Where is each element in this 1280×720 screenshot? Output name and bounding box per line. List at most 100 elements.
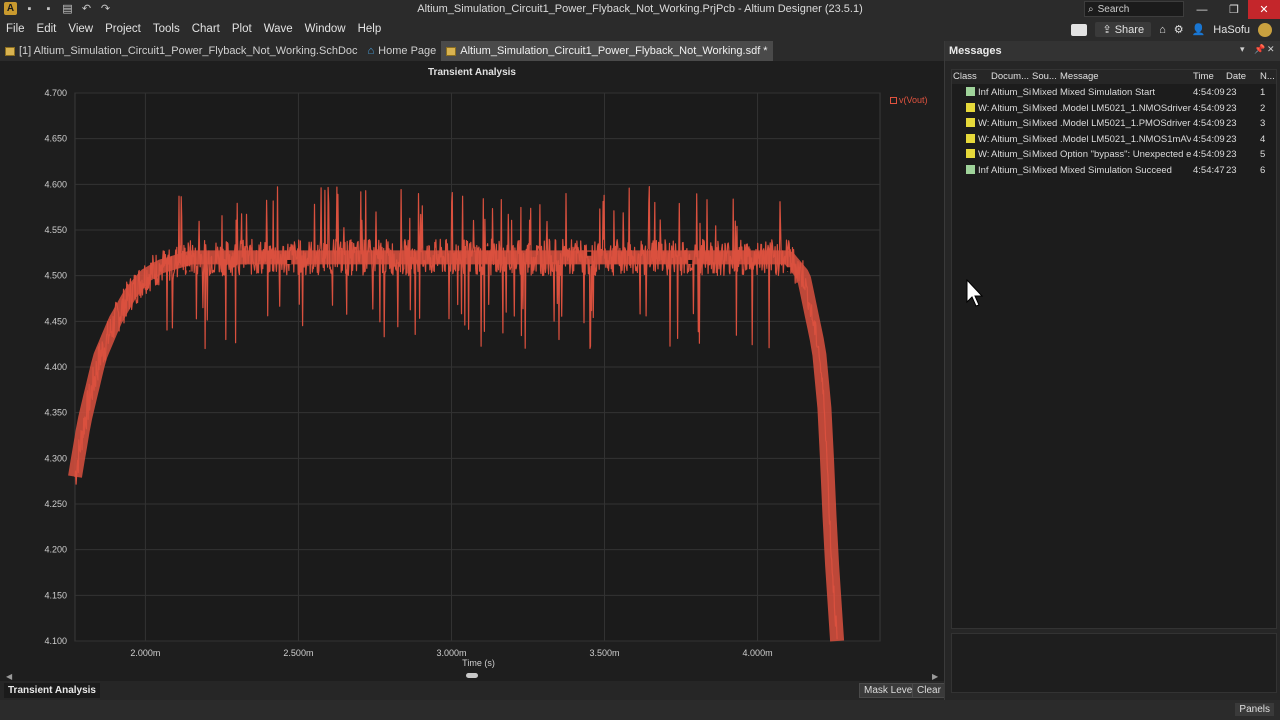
chart-legend[interactable]: v(Vout) xyxy=(890,95,928,105)
y-tick-label: 4.450 xyxy=(44,316,67,326)
message-row[interactable]: W: Altium_Si Mixed .Model LM5021_1.NMOS1mAV… xyxy=(952,132,1276,147)
chat-icon[interactable] xyxy=(1071,23,1088,36)
menu-bar: File Edit View Project Tools Chart Plot … xyxy=(0,19,1280,41)
menu-file[interactable]: File xyxy=(0,23,31,35)
message-time: 4:54:09 xyxy=(1193,133,1225,145)
user-name[interactable]: HaSofu xyxy=(1213,24,1250,36)
pin-icon[interactable]: 📌 xyxy=(1254,44,1265,55)
messages-title: Messages xyxy=(949,45,1002,57)
panel-menu-icon[interactable]: ▾ xyxy=(1240,44,1245,55)
message-source: Mixed xyxy=(1032,118,1058,129)
message-row[interactable]: W: Altium_Si Mixed .Model LM5021_1.NMOSdriv… xyxy=(952,101,1276,116)
message-class: W: xyxy=(978,133,990,145)
message-document: Altium_Si xyxy=(991,102,1031,114)
column-message[interactable]: Message xyxy=(1060,71,1099,82)
menu-chart[interactable]: Chart xyxy=(186,23,226,35)
column-time[interactable]: Time xyxy=(1193,71,1214,82)
save-icon[interactable]: ▪ xyxy=(23,2,36,15)
menu-project[interactable]: Project xyxy=(99,23,147,35)
messages-header: Messages ▾ 📌 ✕ xyxy=(945,41,1280,61)
save-all-icon[interactable]: ▪ xyxy=(42,2,55,15)
series-marker[interactable] xyxy=(287,259,292,264)
scroll-right-icon[interactable]: ▶ xyxy=(932,672,938,681)
column-number[interactable]: N... xyxy=(1260,71,1275,82)
message-time: 4:54:09 xyxy=(1193,102,1225,114)
tab-label: [1] Altium_Simulation_Circuit1_Power_Fly… xyxy=(19,45,358,57)
severity-icon xyxy=(966,149,975,158)
restore-button[interactable]: ❐ xyxy=(1218,0,1250,19)
scroll-left-icon[interactable]: ◀ xyxy=(6,672,12,681)
series-marker[interactable] xyxy=(486,246,491,251)
column-date[interactable]: Date xyxy=(1226,71,1246,82)
severity-icon xyxy=(966,133,975,143)
severity-icon xyxy=(966,164,975,174)
share-button[interactable]: ⇪ Share xyxy=(1095,22,1152,37)
menu-wave[interactable]: Wave xyxy=(258,23,299,35)
mask-level-button[interactable]: Mask Level xyxy=(859,683,920,698)
plot-area[interactable]: Transient Analysis 4.100 4.150 4.200 4.250 4… xyxy=(0,61,944,681)
close-icon[interactable]: ✕ xyxy=(1267,44,1275,55)
column-document[interactable]: Docum... xyxy=(991,71,1029,82)
panels-button[interactable]: Panels xyxy=(1235,703,1274,716)
message-row[interactable]: W: Altium_Si Mixed .Model LM5021_1.PMOSdriv… xyxy=(952,116,1276,131)
menu-plot[interactable]: Plot xyxy=(226,23,258,35)
x-axis-label: Time (s) xyxy=(462,658,495,668)
minimize-button[interactable]: — xyxy=(1186,0,1218,19)
message-text: .Model LM5021_1.NMOS1mAVG xyxy=(1060,133,1191,145)
menu-window[interactable]: Window xyxy=(299,23,352,35)
document-tabs: [1] Altium_Simulation_Circuit1_Power_Fly… xyxy=(0,41,944,61)
avatar[interactable] xyxy=(1258,22,1272,37)
scrollbar-thumb[interactable] xyxy=(466,673,478,678)
tab-home-page[interactable]: ⌂ Home Page xyxy=(363,41,442,61)
series-marker[interactable] xyxy=(587,251,592,256)
altium-logo-icon[interactable]: A xyxy=(4,2,17,15)
tab-schdoc[interactable]: [1] Altium_Simulation_Circuit1_Power_Fly… xyxy=(0,41,363,61)
message-date: 23 xyxy=(1226,102,1237,114)
home-icon[interactable]: ⌂ xyxy=(1159,24,1166,36)
tab-transient-analysis[interactable]: Transient Analysis xyxy=(4,683,100,698)
menu-tools[interactable]: Tools xyxy=(147,23,186,35)
open-folder-icon[interactable]: ▤ xyxy=(61,2,74,15)
undo-icon[interactable]: ↶ xyxy=(80,2,93,15)
message-time: 4:54:09 xyxy=(1193,87,1225,98)
plot-bottom-bar: Transient Analysis Mask Level Clear xyxy=(0,681,946,700)
menu-view[interactable]: View xyxy=(62,23,99,35)
x-tick-label: 2.000m xyxy=(130,648,160,658)
redo-icon[interactable]: ↷ xyxy=(99,2,112,15)
message-text: .Model LM5021_1.NMOSdriverH xyxy=(1060,102,1191,114)
series-marker[interactable] xyxy=(786,267,791,272)
series-marker[interactable] xyxy=(688,259,693,264)
message-class: W: xyxy=(978,149,990,160)
menu-help[interactable]: Help xyxy=(352,23,388,35)
message-text: Mixed Simulation Start xyxy=(1060,87,1156,98)
message-row[interactable]: Inf Altium_Si Mixed Mixed Simulation Succee… xyxy=(952,163,1276,178)
column-class[interactable]: Class xyxy=(953,71,977,82)
gear-icon[interactable]: ⚙ xyxy=(1174,23,1184,36)
message-row[interactable]: Inf Altium_Si Mixed Mixed Simulation Start 4… xyxy=(952,85,1276,100)
message-time: 4:54:47 xyxy=(1193,164,1225,176)
x-tick-label: 2.500m xyxy=(283,648,313,658)
messages-table[interactable]: Class Docum... Sou... Message Time Date … xyxy=(951,69,1277,629)
column-source[interactable]: Sou... xyxy=(1032,71,1057,82)
tab-sdf[interactable]: Altium_Simulation_Circuit1_Power_Flyback… xyxy=(441,41,773,61)
home-icon: ⌂ xyxy=(367,45,375,57)
legend-checkbox-icon[interactable] xyxy=(890,96,897,104)
x-tick-label: 4.000m xyxy=(743,648,773,658)
message-number: 4 xyxy=(1260,133,1266,145)
message-details-area xyxy=(951,633,1277,693)
search-box[interactable]: ⌕ Search xyxy=(1084,1,1184,17)
y-tick-label: 4.550 xyxy=(44,225,67,235)
legend-series-label: v(Vout) xyxy=(899,95,928,105)
menu-right-tools: ⇪ Share ⌂ ⚙ 👤 HaSofu xyxy=(1071,22,1272,37)
close-button[interactable]: ✕ xyxy=(1248,0,1280,19)
message-row[interactable]: W: Altium_Si Mixed Option "bypass": Unexpec… xyxy=(952,147,1276,162)
document-icon xyxy=(446,46,457,56)
message-time: 4:54:09 xyxy=(1193,149,1225,160)
transient-chart[interactable]: 4.100 4.150 4.200 4.250 4.300 4.350 4.400 4.450… xyxy=(0,61,944,681)
series-marker[interactable] xyxy=(186,266,191,271)
clear-button[interactable]: Clear xyxy=(912,683,946,698)
message-class: W: xyxy=(978,102,990,114)
menu-edit[interactable]: Edit xyxy=(31,23,63,35)
user-icon[interactable]: 👤 xyxy=(1192,23,1206,36)
y-tick-label: 4.150 xyxy=(44,590,67,600)
